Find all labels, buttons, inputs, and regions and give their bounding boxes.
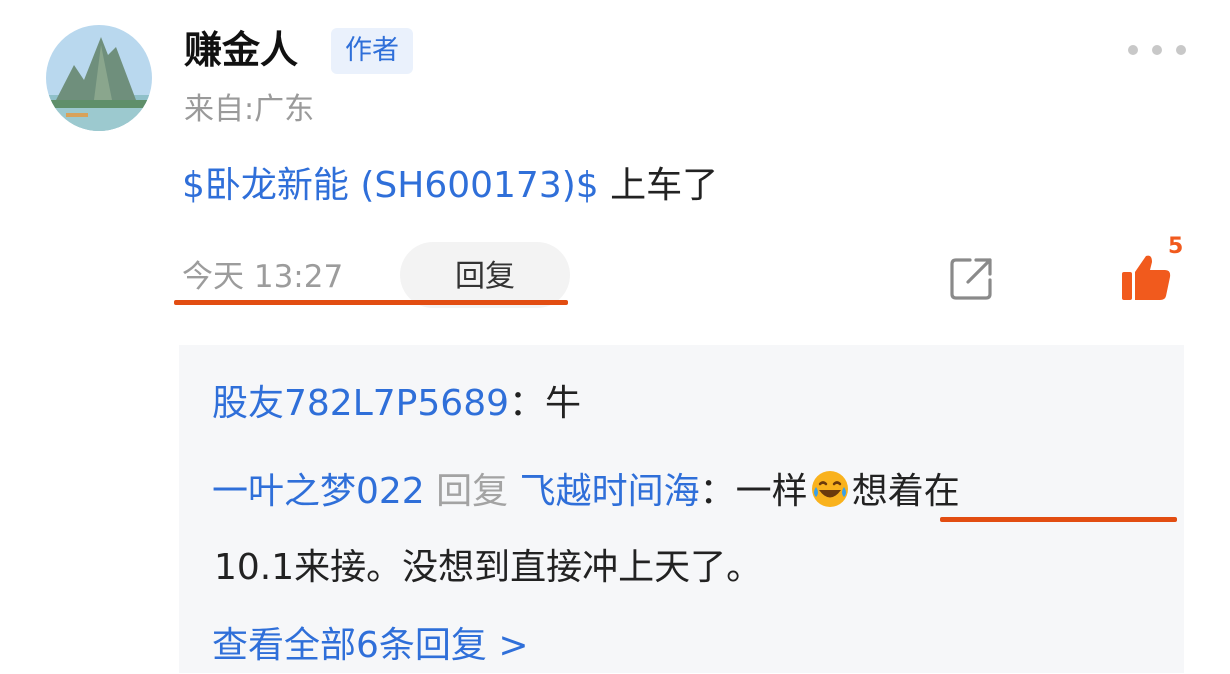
- more-dots-icon[interactable]: [1128, 32, 1186, 68]
- highlight-underline: [174, 300, 568, 305]
- reply-author[interactable]: 一叶之梦022: [212, 471, 425, 512]
- post-time: 今天 13:27: [182, 259, 344, 295]
- username[interactable]: 赚金人: [184, 24, 298, 76]
- highlight-underline: [940, 517, 1177, 522]
- thumbs-up-icon[interactable]: [1120, 252, 1172, 302]
- post-content: $卧龙新能 (SH600173)$ 上车了: [182, 158, 718, 214]
- post-text: 上车了: [598, 165, 719, 206]
- reply-item[interactable]: 股友782L7P5689：牛: [212, 376, 581, 432]
- location-label: 来自:广东: [184, 92, 315, 127]
- reply-text-continued: 想着在: [851, 471, 960, 512]
- reply-text-line2: 10.1来接。没想到直接冲上天了。: [214, 547, 763, 588]
- laughing-crying-emoji: [811, 471, 848, 507]
- mountain-landscape-avatar: [46, 25, 152, 131]
- reply-text: 一样: [735, 471, 808, 512]
- stock-link[interactable]: $卧龙新能 (SH600173)$: [182, 165, 599, 206]
- reply-separator: ：: [509, 383, 546, 424]
- share-icon[interactable]: [948, 254, 996, 302]
- view-all-replies-link[interactable]: 查看全部6条回复 >: [212, 618, 529, 674]
- like-count: 5: [1168, 234, 1184, 259]
- reply-text: 牛: [545, 383, 582, 424]
- avatar[interactable]: [46, 25, 152, 131]
- reply-target[interactable]: 飞越时间海: [520, 471, 700, 512]
- reply-separator: ：: [699, 471, 736, 512]
- reply-author[interactable]: 股友782L7P5689: [212, 383, 509, 424]
- reply-word: 回复: [436, 471, 509, 512]
- author-badge: 作者: [331, 28, 413, 74]
- reply-button[interactable]: 回复: [400, 242, 570, 308]
- reply-item[interactable]: 一叶之梦022 回复 飞越时间海：一样 想着在: [212, 464, 960, 520]
